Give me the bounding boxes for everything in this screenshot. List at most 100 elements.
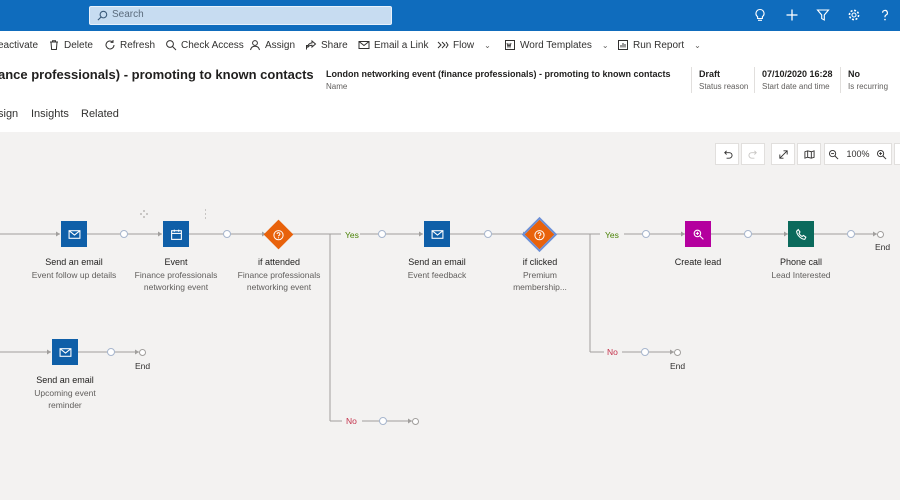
question-icon	[534, 229, 545, 240]
search-icon	[97, 10, 108, 21]
add-step-button[interactable]	[641, 348, 649, 356]
node-title: if clicked	[522, 257, 558, 267]
end-marker	[877, 231, 884, 238]
help-icon[interactable]	[877, 7, 893, 23]
create-lead-node[interactable]	[685, 221, 711, 247]
send-email-node[interactable]	[52, 339, 78, 365]
word-templates-button[interactable]: Word Templates ⌄	[504, 31, 609, 59]
record-header: ance professionals) - promoting to known…	[0, 59, 900, 100]
delete-button[interactable]: Delete	[48, 31, 93, 59]
node-title: Send an email	[45, 257, 103, 267]
check-access-icon	[166, 40, 177, 51]
phone-icon	[795, 228, 807, 240]
undo-button[interactable]	[715, 143, 739, 165]
share-icon	[306, 39, 317, 50]
add-step-button[interactable]	[847, 230, 855, 238]
status-label: Status reason	[699, 82, 749, 91]
yes-branch-label: Yes	[605, 230, 619, 240]
zoom-level: 100%	[846, 149, 870, 159]
flow-button[interactable]: Flow ⌄	[437, 31, 491, 59]
tab-design[interactable]: sign	[0, 108, 18, 120]
gear-icon[interactable]	[846, 7, 862, 23]
add-step-button[interactable]	[744, 230, 752, 238]
end-label: End	[875, 242, 891, 252]
word-templates-label: Word Templates	[520, 39, 592, 51]
recurring-field: No Is recurring	[848, 69, 888, 91]
add-step-button[interactable]	[378, 230, 386, 238]
mail-icon	[59, 347, 71, 357]
zoom-in-icon[interactable]	[876, 149, 887, 160]
search-placeholder: Search	[112, 9, 144, 20]
recurring-label: Is recurring	[848, 82, 889, 91]
zoom-control: 100%	[824, 143, 892, 165]
lightbulb-icon[interactable]	[752, 7, 768, 23]
word-icon	[505, 40, 515, 50]
add-step-button[interactable]	[484, 230, 492, 238]
add-step-button[interactable]	[120, 230, 128, 238]
journey-canvas[interactable]	[0, 132, 900, 500]
assign-button[interactable]: Assign	[249, 31, 295, 59]
tab-insights[interactable]: Insights	[31, 108, 69, 120]
chevron-down-icon: ⌄	[694, 40, 701, 50]
add-step-button[interactable]	[642, 230, 650, 238]
top-navigation-bar: Search	[0, 0, 900, 31]
redo-button[interactable]	[741, 143, 765, 165]
refresh-icon	[105, 40, 115, 50]
fit-to-screen-button[interactable]	[771, 143, 795, 165]
name-value: London networking event (finance profess…	[326, 69, 671, 79]
email-link-button[interactable]: Email a Link	[358, 31, 428, 59]
start-date-field: 07/10/2020 16:28 Start date and time	[762, 69, 833, 91]
mail-icon	[68, 229, 80, 239]
send-email-node[interactable]	[61, 221, 87, 247]
event-node[interactable]	[163, 221, 189, 247]
plus-icon[interactable]	[784, 7, 800, 23]
add-step-button[interactable]	[379, 417, 387, 425]
name-field: London networking event (finance profess…	[326, 69, 671, 91]
node-title: Send an email	[36, 375, 94, 385]
add-step-button[interactable]	[223, 230, 231, 238]
share-label: Share	[321, 39, 348, 51]
status-value: Draft	[699, 69, 721, 79]
share-button[interactable]: Share	[305, 31, 348, 59]
node-title: if attended	[257, 257, 301, 267]
calendar-icon	[170, 229, 182, 240]
node-title: Phone call	[779, 257, 823, 267]
chevron-down-icon: ⌄	[484, 40, 491, 50]
add-step-button[interactable]	[107, 348, 115, 356]
node-title: Send an email	[408, 257, 466, 267]
run-report-label: Run Report	[633, 39, 685, 51]
filter-icon[interactable]	[815, 7, 831, 23]
search-box[interactable]: Search	[89, 6, 392, 25]
refresh-button[interactable]: Refresh	[104, 31, 155, 59]
header-divider	[754, 67, 755, 93]
minimap-button[interactable]	[797, 143, 821, 165]
check-access-button[interactable]: Check Access	[165, 31, 244, 59]
end-marker	[674, 349, 681, 356]
tab-bar: sign Insights Related	[0, 100, 900, 132]
redo-icon	[748, 150, 757, 159]
start-date-value: 07/10/2020 16:28	[762, 69, 833, 79]
node-title: Event	[164, 257, 188, 267]
recurring-value: No	[848, 69, 860, 79]
trash-icon	[50, 40, 58, 50]
name-label: Name	[326, 82, 348, 91]
send-email-node[interactable]	[424, 221, 450, 247]
delete-label: Delete	[64, 39, 93, 51]
deactivate-button[interactable]: eactivate	[0, 31, 38, 59]
status-field: Draft Status reason	[699, 69, 748, 91]
person-icon	[250, 40, 260, 51]
node-subtitle: Finance professionals networking event	[237, 270, 321, 292]
node-title: Create lead	[674, 257, 722, 267]
more-tools-button[interactable]	[894, 143, 900, 165]
header-divider	[691, 67, 692, 93]
no-branch-label: No	[346, 416, 357, 426]
mail-icon	[358, 41, 370, 49]
lead-icon	[693, 229, 704, 240]
phone-call-node[interactable]	[788, 221, 814, 247]
zoom-out-icon[interactable]	[828, 149, 839, 160]
tab-related[interactable]: Related	[81, 108, 119, 120]
run-report-button[interactable]: Run Report ⌄	[617, 31, 701, 59]
no-branch-label: No	[607, 347, 618, 357]
report-icon	[618, 40, 628, 50]
page-title: ance professionals) - promoting to known…	[0, 67, 314, 82]
